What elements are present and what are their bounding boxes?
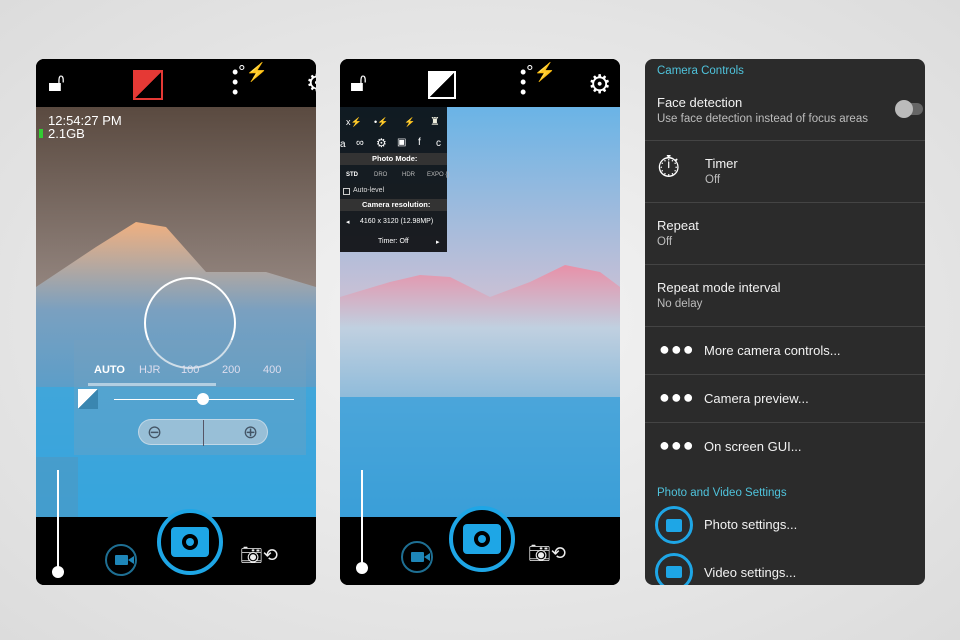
exposure-icon: [78, 389, 98, 409]
timer-subtitle: Off: [705, 174, 721, 186]
stopwatch-icon: ⏱︎: [657, 151, 681, 184]
focus-continuous-icon[interactable]: c: [436, 138, 441, 149]
photo-mode-label: Photo Mode:: [372, 154, 418, 163]
timer-value[interactable]: Timer: Off: [378, 238, 409, 245]
zoom-slider[interactable]: [361, 470, 363, 570]
top-toolbar: 🔓︎ •°⚡•• ⚙: [340, 59, 620, 107]
flash-auto-icon[interactable]: •⚡: [374, 117, 388, 128]
resolution-prev[interactable]: ◂: [346, 218, 350, 226]
shutter-button[interactable]: [157, 509, 223, 575]
photo-label: Photo settings...: [704, 517, 798, 532]
zoom-slider-thumb[interactable]: [356, 562, 368, 574]
exposure-icon[interactable]: [133, 70, 163, 100]
switch-camera-icon[interactable]: 📷︎⟲: [528, 543, 566, 564]
video-icon: [410, 552, 430, 562]
video-icon: [655, 553, 693, 585]
settings-icon[interactable]: ⚙: [306, 69, 316, 98]
setting-more-controls[interactable]: ●●● More camera controls...: [645, 327, 925, 375]
camera-preview[interactable]: 12:54:27 PM 2.1GB AUTO HJR 100 200 400 ⊖…: [36, 107, 316, 517]
camera-icon: [463, 524, 501, 554]
resolution-value[interactable]: 4160 x 3120 (12.98MP): [360, 218, 433, 225]
auto-level-label: Auto-level: [353, 187, 385, 194]
gui-label: On screen GUI...: [704, 439, 802, 454]
iso-100[interactable]: 100: [181, 364, 199, 376]
camera-icon: [171, 527, 209, 557]
camera-screen-2: 🔓︎ •°⚡ • • ⚙ x⚡ •⚡ ⚡ ♜ a ∞ ⚙ ▣ f c Photo M…: [340, 59, 620, 585]
video-mode-button[interactable]: [401, 541, 433, 573]
shutter-button[interactable]: [449, 506, 515, 572]
video-icon: [114, 555, 134, 565]
iso-indicator: [88, 383, 216, 386]
setting-face-detection[interactable]: Face detection Use face detection instea…: [645, 81, 925, 141]
battery-icon: [39, 129, 43, 138]
zoom-slider-thumb[interactable]: [52, 566, 64, 578]
setting-repeat[interactable]: Repeat Off: [645, 203, 925, 265]
mode-hdr[interactable]: HDR: [402, 172, 415, 178]
preview-label: Camera preview...: [704, 391, 809, 406]
lock-open-icon[interactable]: 🔓︎: [350, 67, 367, 99]
settings-screen: Camera Controls Face detection Use face …: [645, 59, 925, 585]
flash-off-icon[interactable]: x⚡: [346, 117, 362, 128]
divider: [203, 420, 204, 446]
exposure-slider-thumb[interactable]: [197, 393, 209, 405]
resolution-label: Camera resolution:: [362, 200, 431, 209]
lock-open-icon[interactable]: 🔓︎: [48, 67, 65, 99]
zoom-in-icon[interactable]: ⊕: [243, 422, 258, 443]
iso-200[interactable]: 200: [222, 364, 240, 376]
face-title: Face detection: [657, 95, 743, 110]
torch-icon[interactable]: ♜: [430, 115, 440, 128]
iso-panel: AUTO HJR 100 200 400 ⊖ ⊕: [74, 340, 306, 455]
setting-timer[interactable]: ⏱︎ Timer Off: [645, 141, 925, 203]
interval-subtitle: No delay: [657, 298, 703, 310]
video-mode-button[interactable]: [105, 544, 137, 576]
flash-menu-icon[interactable]: •°⚡ • •: [520, 63, 556, 101]
storage-text: 2.1GB: [48, 126, 85, 141]
mode-expo[interactable]: EXPO {}: [427, 172, 449, 178]
focus-auto-icon[interactable]: a: [340, 139, 346, 150]
section-photo-video: Photo and Video Settings: [657, 487, 787, 499]
setting-camera-preview[interactable]: ●●● Camera preview...: [645, 375, 925, 423]
mode-std[interactable]: STD: [346, 172, 358, 178]
timer-next[interactable]: ▸: [436, 238, 440, 246]
repeat-title: Repeat: [657, 218, 699, 233]
more-icon: ●●●: [659, 339, 695, 359]
flash-menu-icon[interactable]: •°⚡ • •: [232, 63, 268, 101]
iso-hjr[interactable]: HJR: [139, 364, 160, 376]
focus-infinity-icon[interactable]: ∞: [356, 137, 364, 149]
settings-icon[interactable]: ⚙: [588, 69, 611, 100]
setting-video[interactable]: Video settings...: [645, 553, 925, 585]
switch-camera-icon[interactable]: 📷︎⟲: [240, 545, 278, 566]
setting-repeat-interval[interactable]: Repeat mode interval No delay: [645, 265, 925, 327]
zoom-control: ⊖ ⊕: [138, 419, 268, 446]
focus-manual-icon[interactable]: ⚙: [376, 136, 387, 150]
timer-title: Timer: [705, 156, 738, 171]
auto-level-checkbox[interactable]: [343, 188, 350, 195]
setting-photo[interactable]: Photo settings...: [645, 505, 925, 545]
more-label: More camera controls...: [704, 343, 841, 358]
focus-locked-icon[interactable]: ▣: [397, 137, 406, 148]
popup-menu: x⚡ •⚡ ⚡ ♜ a ∞ ⚙ ▣ f c Photo Mode: STD DR…: [340, 107, 449, 252]
setting-on-screen-gui[interactable]: ●●● On screen GUI...: [645, 423, 925, 471]
more-icon: ●●●: [659, 435, 695, 455]
exposure-icon[interactable]: [428, 71, 456, 99]
zoom-slider[interactable]: [57, 470, 59, 570]
repeat-subtitle: Off: [657, 236, 673, 248]
camera-preview[interactable]: x⚡ •⚡ ⚡ ♜ a ∞ ⚙ ▣ f c Photo Mode: STD DR…: [340, 107, 620, 517]
face-toggle-thumb[interactable]: [895, 100, 913, 118]
mode-dro[interactable]: DRO: [374, 172, 387, 178]
interval-title: Repeat mode interval: [657, 280, 781, 295]
section-camera-controls: Camera Controls: [657, 65, 744, 77]
camera-screen-1: 🔓︎ •°⚡•• ⚙ 12:54:27 PM 2.1GB AUTO HJR 10…: [36, 59, 316, 585]
focus-fixed-icon[interactable]: f: [418, 137, 421, 148]
zoom-out-icon[interactable]: ⊖: [147, 422, 162, 443]
flash-on-icon[interactable]: ⚡: [404, 117, 415, 128]
iso-400[interactable]: 400: [263, 364, 281, 376]
video-label: Video settings...: [704, 565, 797, 580]
more-icon: ●●●: [659, 387, 695, 407]
face-subtitle: Use face detection instead of focus area…: [657, 113, 868, 125]
iso-auto[interactable]: AUTO: [94, 364, 125, 376]
top-toolbar: 🔓︎ •°⚡•• ⚙: [36, 59, 316, 107]
photo-icon: [655, 506, 693, 544]
